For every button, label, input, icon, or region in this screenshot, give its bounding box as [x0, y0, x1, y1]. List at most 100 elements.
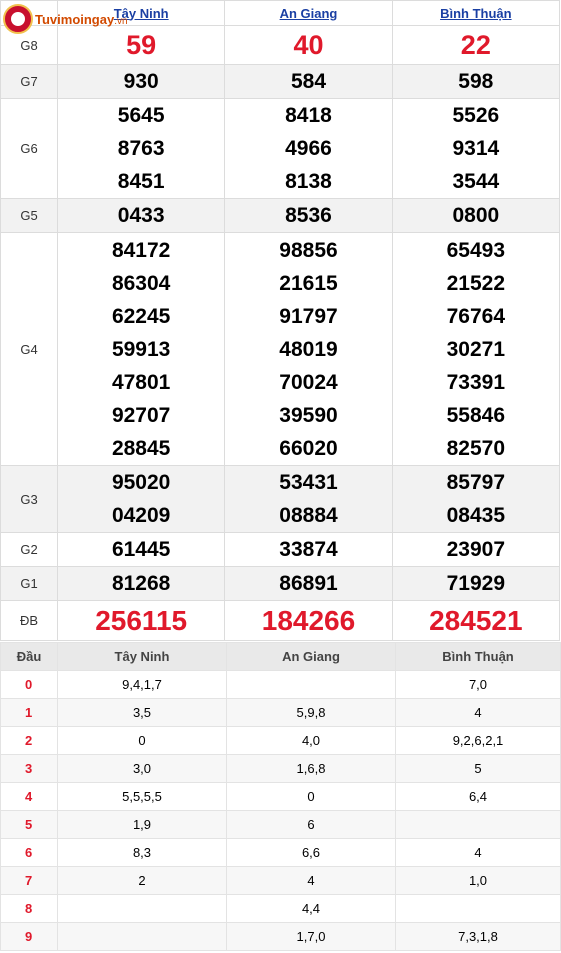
prize-cell: 53431 08884: [224, 465, 393, 533]
prize-label: G4: [0, 232, 58, 466]
dau-cell: 5,9,8: [226, 698, 396, 727]
prize-number: 47801: [111, 370, 171, 394]
dau-digit: 5: [0, 810, 58, 839]
prize-cell: 71929: [391, 566, 561, 601]
prize-number: 91797: [279, 304, 338, 328]
prize-number: 930: [123, 70, 159, 93]
dau-cell: 3,0: [57, 754, 227, 783]
dau-digit: 9: [0, 922, 58, 951]
prize-cell: 33874: [224, 532, 393, 567]
prize-number: 53431: [279, 471, 338, 494]
dau-row: 4 5,5,5,5 0 6,4: [0, 782, 561, 811]
prize-cell: 5526 9314 3544: [391, 98, 561, 199]
prize-number: 04209: [111, 504, 171, 527]
prize-number: 65493: [446, 238, 506, 262]
province-link[interactable]: An Giang: [280, 6, 338, 21]
prize-number: 256115: [95, 604, 188, 636]
prize-number: 86304: [111, 271, 171, 295]
prize-label: G7: [0, 64, 58, 99]
dau-digit: 7: [0, 866, 58, 895]
prize-number: 59913: [111, 337, 171, 361]
dau-cell: 3,5: [57, 698, 227, 727]
prize-number: 81268: [111, 572, 171, 595]
logo-text: Tuvimoingay.vn: [35, 11, 128, 27]
dau-cell: [395, 894, 561, 923]
dau-cell: [57, 922, 227, 951]
dau-cell: 4: [395, 698, 561, 727]
prize-row: G1 81268 86891 71929: [0, 566, 561, 601]
dau-cell: 7,3,1,8: [395, 922, 561, 951]
prize-number: 48019: [279, 337, 338, 361]
dau-cell: 6,4: [395, 782, 561, 811]
prize-cell: 0800: [391, 198, 561, 233]
prize-number: 98856: [279, 238, 338, 262]
dau-digit: 1: [0, 698, 58, 727]
prize-number: 584: [290, 70, 327, 93]
prize-cell: 0433: [56, 198, 226, 233]
province-link[interactable]: Bình Thuận: [440, 6, 512, 21]
dau-row: 8 4,4: [0, 894, 561, 923]
dau-row: 5 1,9 6: [0, 810, 561, 839]
prize-number: 23907: [446, 538, 506, 561]
prize-number: 284521: [429, 604, 523, 636]
prize-number: 22: [460, 29, 491, 60]
prize-number: 21522: [446, 271, 506, 295]
logo-icon: [3, 4, 33, 34]
prize-label: G1: [0, 566, 58, 601]
prize-number: 84172: [111, 238, 171, 262]
dau-row: 2 0 4,0 9,2,6,2,1: [0, 726, 561, 755]
prize-cell: 23907: [391, 532, 561, 567]
dau-header-cell: Tây Ninh: [57, 642, 227, 671]
prize-row: G3 95020 04209 53431 08884 85797 08435: [0, 465, 561, 533]
dau-cell: [226, 670, 396, 699]
prize-row: G6 5645 8763 8451 8418 4966 8138 5526 9314 3544: [0, 98, 561, 199]
prize-cell: 256115: [56, 600, 226, 641]
dau-digit: 8: [0, 894, 58, 923]
prize-cell: 284521: [391, 600, 561, 641]
dau-header-cell: An Giang: [226, 642, 396, 671]
results-header-row: Tuvimoingay.vn Tây Ninh An Giang Bình Th…: [0, 0, 561, 34]
prize-label: G2: [0, 532, 58, 567]
prize-number: 40: [293, 29, 324, 60]
dau-row: 9 1,7,0 7,3,1,8: [0, 922, 561, 951]
prize-cell: 86891: [224, 566, 393, 601]
prize-label: G5: [0, 198, 58, 233]
dau-row: 1 3,5 5,9,8 4: [0, 698, 561, 727]
dau-digit: 0: [0, 670, 58, 699]
prize-number: 85797: [446, 471, 506, 494]
prize-number: 21615: [279, 271, 338, 295]
prize-number: 76764: [446, 304, 506, 328]
prize-number: 39590: [279, 403, 338, 427]
dau-header-row: Đầu Tây Ninh An Giang Bình Thuận: [0, 642, 561, 671]
dau-cell: 5: [395, 754, 561, 783]
province-header: Bình Thuận: [391, 0, 561, 26]
dau-cell: 4,4: [226, 894, 396, 923]
prize-cell: 40: [224, 25, 393, 65]
prize-cell: 22: [391, 25, 561, 65]
dau-row: 7 2 4 1,0: [0, 866, 561, 895]
prize-number: 70024: [279, 370, 338, 394]
dau-cell: 1,7,0: [226, 922, 396, 951]
dau-digit: 6: [0, 838, 58, 867]
prize-cell: 98856 21615 91797 48019 70024 39590 66020: [224, 232, 393, 466]
prize-cell: 5645 8763 8451: [56, 98, 226, 199]
dau-cell: 0: [57, 726, 227, 755]
dau-cell: 7,0: [395, 670, 561, 699]
prize-number: 61445: [111, 538, 171, 561]
dau-table: Đầu Tây Ninh An Giang Bình Thuận 0 9,4,1,…: [0, 642, 561, 951]
dau-cell: 4: [226, 866, 396, 895]
prize-row: G4 84172 86304 62245 59913 47801 92707 28845 988…: [0, 232, 561, 466]
prize-number: 08884: [279, 504, 338, 527]
dau-cell: [395, 810, 561, 839]
site-logo[interactable]: Tuvimoingay.vn: [3, 2, 153, 36]
prize-cell: 84172 86304 62245 59913 47801 92707 28845: [56, 232, 226, 466]
dau-cell: 1,9: [57, 810, 227, 839]
dau-digit: 4: [0, 782, 58, 811]
dau-digit: 2: [0, 726, 58, 755]
dau-cell: 6,6: [226, 838, 396, 867]
results-table: Tuvimoingay.vn Tây Ninh An Giang Bình Th…: [0, 0, 561, 641]
prize-number: 82570: [446, 436, 506, 460]
dau-cell: 6: [226, 810, 396, 839]
prize-number: 8451: [117, 170, 165, 193]
dau-row: 0 9,4,1,7 7,0: [0, 670, 561, 699]
